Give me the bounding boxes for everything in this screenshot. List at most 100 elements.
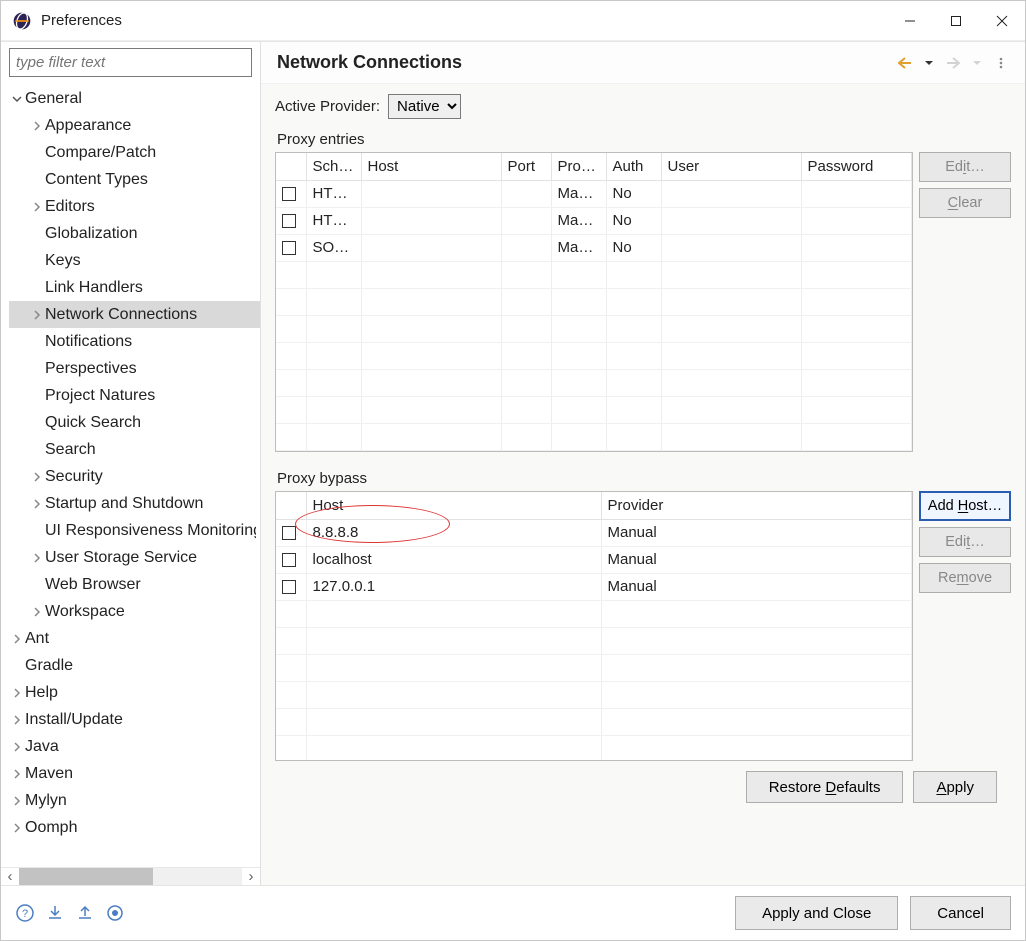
tree-node-install[interactable]: Install/Update <box>9 706 260 733</box>
tree-node-search[interactable]: Search <box>9 436 260 463</box>
minimize-button[interactable] <box>887 1 933 41</box>
table-row-empty <box>276 681 912 708</box>
col-user[interactable]: User <box>661 153 801 180</box>
table-row[interactable]: 8.8.8.8Manual <box>276 519 912 546</box>
edit-entry-button[interactable]: Edit… <box>919 152 1011 182</box>
maximize-button[interactable] <box>933 1 979 41</box>
col-host[interactable]: Host <box>361 153 501 180</box>
proxy-bypass-table[interactable]: Host Provider 8.8.8.8ManuallocalhostManu… <box>275 491 913 761</box>
checkbox[interactable] <box>282 241 296 255</box>
chevron-right-icon <box>9 631 25 647</box>
table-row[interactable]: SO…Ma…No <box>276 234 912 261</box>
chevron-right-icon <box>29 307 45 323</box>
tree-node-project-natures[interactable]: Project Natures <box>9 382 260 409</box>
col-port[interactable]: Port <box>501 153 551 180</box>
preferences-tree[interactable]: General Appearance Compare/Patch Content… <box>1 81 260 867</box>
tree-node-link-handlers[interactable]: Link Handlers <box>9 274 260 301</box>
scroll-right-icon[interactable]: › <box>242 868 260 886</box>
checkbox[interactable] <box>282 214 296 228</box>
tree-node-oomph[interactable]: Oomph <box>9 814 260 841</box>
tree-node-editors[interactable]: Editors <box>9 193 260 220</box>
apply-and-close-button[interactable]: Apply and Close <box>735 896 898 930</box>
back-icon[interactable] <box>897 55 913 71</box>
remove-bypass-button[interactable]: Remove <box>919 563 1011 593</box>
table-row-empty <box>276 423 912 450</box>
scroll-left-icon[interactable]: ‹ <box>1 868 19 886</box>
col-provider[interactable]: Pro… <box>551 153 606 180</box>
table-row-empty <box>276 396 912 423</box>
tree-node-security[interactable]: Security <box>9 463 260 490</box>
col-bypass-host[interactable]: Host <box>306 492 601 519</box>
table-row[interactable]: HT…Ma…No <box>276 207 912 234</box>
chevron-right-icon <box>29 118 45 134</box>
tree-node-web-browser[interactable]: Web Browser <box>9 571 260 598</box>
tree-node-compare[interactable]: Compare/Patch <box>9 139 260 166</box>
table-row-empty <box>276 735 912 761</box>
checkbox[interactable] <box>282 526 296 540</box>
cancel-button[interactable]: Cancel <box>910 896 1011 930</box>
tree-node-network-connections[interactable]: Network Connections <box>9 301 260 328</box>
page-title: Network Connections <box>277 52 897 73</box>
tree-node-user-storage[interactable]: User Storage Service <box>9 544 260 571</box>
tree-node-perspectives[interactable]: Perspectives <box>9 355 260 382</box>
titlebar: Preferences <box>1 1 1025 41</box>
tree-node-workspace[interactable]: Workspace <box>9 598 260 625</box>
checkbox[interactable] <box>282 553 296 567</box>
table-row[interactable]: 127.0.0.1Manual <box>276 573 912 600</box>
table-row-empty <box>276 627 912 654</box>
clear-entry-button[interactable]: Clear <box>919 188 1011 218</box>
table-row[interactable]: HT…Ma…No <box>276 180 912 207</box>
col-scheme[interactable]: Sch… <box>306 153 361 180</box>
checkbox[interactable] <box>282 580 296 594</box>
tree-node-help[interactable]: Help <box>9 679 260 706</box>
tree-node-notifications[interactable]: Notifications <box>9 328 260 355</box>
col-bypass-provider[interactable]: Provider <box>601 492 912 519</box>
tree-node-gradle[interactable]: Gradle <box>9 652 260 679</box>
tree-node-maven[interactable]: Maven <box>9 760 260 787</box>
tree-node-globalization[interactable]: Globalization <box>9 220 260 247</box>
table-row-empty <box>276 654 912 681</box>
tree-node-general[interactable]: General <box>9 85 260 112</box>
table-row-empty <box>276 315 912 342</box>
table-row-empty <box>276 288 912 315</box>
edit-bypass-button[interactable]: Edit… <box>919 527 1011 557</box>
tree-node-ant[interactable]: Ant <box>9 625 260 652</box>
chevron-right-icon <box>29 199 45 215</box>
apply-button[interactable]: Apply <box>913 771 997 803</box>
close-button[interactable] <box>979 1 1025 41</box>
proxy-entries-table[interactable]: Sch… Host Port Pro… Auth User Password H… <box>275 152 913 452</box>
col-password[interactable]: Password <box>801 153 912 180</box>
col-auth[interactable]: Auth <box>606 153 661 180</box>
tree-node-java[interactable]: Java <box>9 733 260 760</box>
checkbox[interactable] <box>282 187 296 201</box>
active-provider-label: Active Provider: <box>275 98 380 115</box>
chevron-right-icon <box>29 550 45 566</box>
forward-icon[interactable] <box>945 55 961 71</box>
filter-input[interactable] <box>9 48 252 77</box>
chevron-right-icon <box>9 793 25 809</box>
proxy-entries-label: Proxy entries <box>277 131 1011 148</box>
active-provider-select[interactable]: Native <box>388 94 461 119</box>
export-icon[interactable] <box>75 903 95 923</box>
import-icon[interactable] <box>45 903 65 923</box>
tree-node-content-types[interactable]: Content Types <box>9 166 260 193</box>
menu-icon[interactable] <box>993 55 1009 71</box>
add-host-button[interactable]: Add Host… <box>919 491 1011 521</box>
tree-node-ui-responsiveness[interactable]: UI Responsiveness Monitoring <box>9 517 260 544</box>
dropdown-icon[interactable] <box>969 55 985 71</box>
tree-node-mylyn[interactable]: Mylyn <box>9 787 260 814</box>
tree-node-startup[interactable]: Startup and Shutdown <box>9 490 260 517</box>
table-row[interactable]: localhostManual <box>276 546 912 573</box>
record-icon[interactable] <box>105 903 125 923</box>
table-row-empty <box>276 261 912 288</box>
chevron-right-icon <box>29 496 45 512</box>
chevron-right-icon <box>9 766 25 782</box>
dropdown-icon[interactable] <box>921 55 937 71</box>
table-row-empty <box>276 708 912 735</box>
tree-hscroll[interactable]: ‹ › <box>1 867 260 885</box>
help-icon[interactable]: ? <box>15 903 35 923</box>
tree-node-appearance[interactable]: Appearance <box>9 112 260 139</box>
restore-defaults-button[interactable]: Restore Defaults <box>746 771 904 803</box>
tree-node-quick-search[interactable]: Quick Search <box>9 409 260 436</box>
tree-node-keys[interactable]: Keys <box>9 247 260 274</box>
